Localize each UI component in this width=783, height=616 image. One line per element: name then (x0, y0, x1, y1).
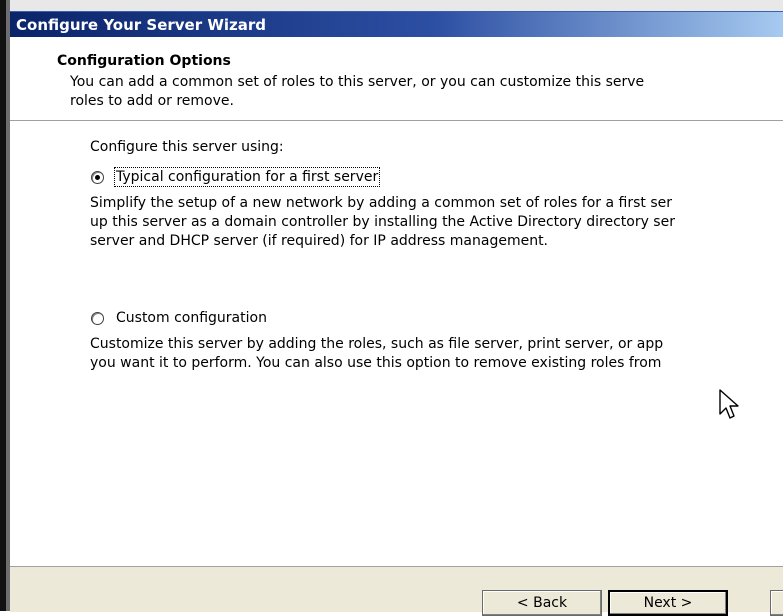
page-description: You can add a common set of roles to thi… (70, 73, 783, 111)
cancel-button[interactable] (770, 590, 783, 616)
custom-config-description: Customize this server by adding the role… (90, 335, 783, 373)
mouse-pointer-icon (719, 389, 739, 419)
page-description-line: You can add a common set of roles to thi… (70, 74, 645, 90)
typical-config-label[interactable]: Typical configuration for a first server (113, 167, 381, 187)
wizard-header: Configuration Options You can add a comm… (10, 37, 783, 121)
typical-config-description-line: Simplify the setup of a new network by a… (90, 195, 672, 211)
window-title: Configure Your Server Wizard (16, 16, 267, 34)
custom-config-option[interactable]: Custom configuration (91, 310, 267, 326)
wizard-body: Configure this server using: Typical con… (10, 121, 783, 561)
typical-config-description: Simplify the setup of a new network by a… (90, 194, 783, 251)
configure-prompt: Configure this server using: (90, 139, 284, 155)
title-bar[interactable]: Configure Your Server Wizard (10, 11, 783, 38)
custom-config-description-line: you want it to perform. You can also use… (90, 355, 662, 371)
page-title: Configuration Options (57, 53, 231, 69)
typical-config-option[interactable]: Typical configuration for a first server (91, 167, 381, 187)
typical-config-radio[interactable] (91, 170, 104, 184)
custom-config-label[interactable]: Custom configuration (116, 310, 267, 326)
typical-config-description-line: up this server as a domain controller by… (90, 214, 675, 230)
back-button[interactable]: < Back (482, 590, 602, 616)
typical-config-description-line: server and DHCP server (if required) for… (90, 233, 549, 249)
custom-config-radio[interactable] (91, 311, 104, 325)
custom-config-description-line: Customize this server by adding the role… (90, 336, 664, 352)
wizard-footer: < Back Next > (10, 566, 783, 616)
desktop-background (10, 0, 783, 11)
page-description-line: roles to add or remove. (70, 93, 234, 109)
next-button[interactable]: Next > (608, 590, 728, 616)
